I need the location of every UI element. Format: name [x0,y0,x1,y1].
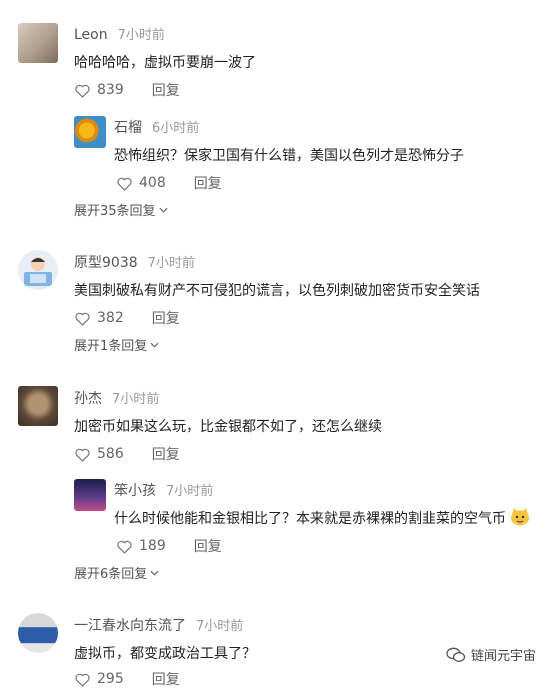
comment-author[interactable]: 一江春水向东流了 7小时前 [74,615,243,635]
comment-actions: 295 回复 [74,669,180,689]
avatar[interactable] [18,386,58,426]
cat-emoji-icon [511,508,530,526]
reply-text: 恐怖组织？保家卫国有什么错，美国以色列才是恐怖分子 [114,148,464,164]
expand-label: 展开1条回复 [74,339,148,354]
avatar-illustration [24,257,52,286]
comment-actions: 586 回复 [74,444,180,464]
like-icon[interactable] [74,447,91,462]
comment-time: 7小时前 [112,392,160,407]
chevron-down-icon [150,342,159,348]
like-icon[interactable] [116,176,133,191]
comment-time: 7小时前 [147,256,195,271]
comment-text: 虚拟币，都变成政治工具了？ [74,646,256,662]
expand-replies-button[interactable]: 展开1条回复 [74,335,159,354]
comment-time: 7小时前 [196,619,244,634]
comment-author[interactable]: 原型9038 7小时前 [74,252,195,272]
chevron-down-icon [159,207,168,213]
reply-text: 什么时候他能和金银相比了？本来就是赤裸裸的割韭菜的空气币 [114,508,530,528]
chevron-down-icon [150,570,159,576]
avatar[interactable] [74,479,106,511]
like-count: 586 [97,446,124,462]
avatar[interactable] [18,613,58,653]
reply-button[interactable]: 回复 [152,444,180,464]
reply-author[interactable]: 笨小孩 7小时前 [114,480,213,500]
like-count: 189 [139,538,166,554]
avatar[interactable] [74,116,106,148]
comment-time: 7小时前 [117,28,165,43]
expand-label: 展开35条回复 [74,204,156,219]
wechat-icon [446,647,466,662]
comment-text: 哈哈哈哈，虚拟币要崩一波了 [74,55,256,71]
comment-author[interactable]: 孙杰 7小时前 [74,388,159,408]
like-icon[interactable] [74,672,91,687]
like-icon[interactable] [74,311,91,326]
like-count: 839 [97,82,124,98]
reply-actions: 189 回复 [116,536,222,556]
reply-time: 6小时前 [152,121,200,136]
comment-text: 加密币如果这么玩，比金银都不如了，还怎么继续 [74,419,382,435]
reply-button[interactable]: 回复 [152,669,180,689]
watermark-text: 链闻元宇宙 [470,649,536,664]
avatar[interactable] [18,23,58,63]
comment-text: 美国刺破私有财产不可侵犯的谎言，以色列刺破加密货币安全笑话 [74,283,480,299]
expand-replies-button[interactable]: 展开35条回复 [74,200,168,219]
reply-button[interactable]: 回复 [152,308,180,328]
comment-actions: 839 回复 [74,80,180,100]
like-icon[interactable] [116,539,133,554]
like-count: 408 [139,175,166,191]
like-icon[interactable] [74,83,91,98]
comment-author[interactable]: Leon 7小时前 [74,24,165,43]
reply-author[interactable]: 石榴 6小时前 [114,117,199,137]
reply-actions: 408 回复 [116,173,222,193]
expand-replies-button[interactable]: 展开6条回复 [74,563,159,582]
reply-button[interactable]: 回复 [194,536,222,556]
like-count: 295 [97,671,124,687]
avatar[interactable] [18,250,58,290]
like-count: 382 [97,310,124,326]
comment-actions: 382 回复 [74,308,180,328]
reply-button[interactable]: 回复 [152,80,180,100]
watermark: 链闻元宇宙 [445,645,536,664]
reply-button[interactable]: 回复 [194,173,222,193]
reply-time: 7小时前 [166,484,214,499]
expand-label: 展开6条回复 [74,567,148,582]
